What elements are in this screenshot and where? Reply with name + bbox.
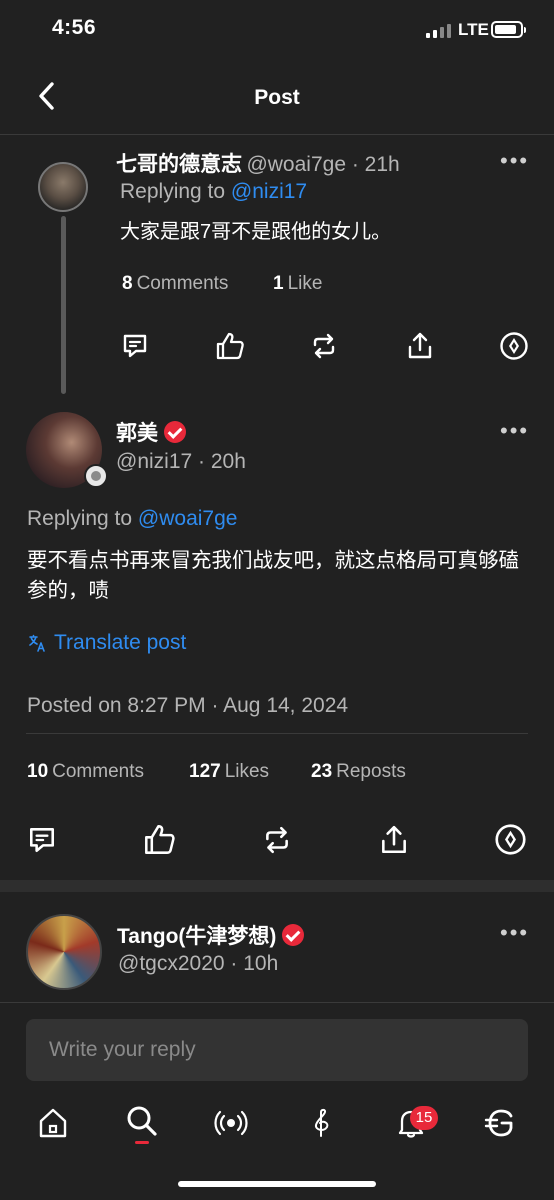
- author-row: Tango(牛津梦想): [117, 920, 305, 950]
- header-divider: [0, 134, 554, 135]
- comments-stat[interactable]: 8 Comments: [122, 273, 228, 295]
- post-text: 大家是跟7哥不是跟他的女儿。: [120, 221, 392, 243]
- active-tab-indicator: [135, 1141, 149, 1144]
- replying-to-link[interactable]: @nizi17: [231, 180, 307, 203]
- author-name[interactable]: 七哥的德意志: [116, 153, 242, 176]
- repost-icon[interactable]: [310, 332, 338, 360]
- search-icon[interactable]: [125, 1104, 159, 1138]
- verified-badge-icon: [164, 421, 186, 443]
- reply-input[interactable]: [26, 1019, 528, 1081]
- author-row: 郭美: [116, 417, 186, 447]
- signal-icon: [426, 22, 451, 38]
- comment-icon[interactable]: [121, 332, 149, 360]
- likes-stat[interactable]: 1 Like: [273, 273, 322, 295]
- author-name[interactable]: Tango(牛津梦想): [117, 925, 276, 948]
- notification-badge: 15: [410, 1106, 438, 1130]
- avatar[interactable]: [26, 914, 102, 990]
- home-icon[interactable]: [36, 1106, 70, 1140]
- tip-icon[interactable]: [494, 823, 527, 856]
- like-icon[interactable]: [215, 331, 245, 361]
- thread-line: [61, 216, 66, 394]
- post-header: 七哥的德意志 @woai7ge · 21h: [116, 148, 400, 178]
- battery-icon: [491, 21, 526, 38]
- repost-icon[interactable]: [262, 825, 292, 855]
- posted-on: Posted on 8:27 PM · Aug 14, 2024: [27, 694, 349, 717]
- translate-icon: [28, 634, 46, 652]
- post-text: 要不看点书再来冒充我们战友吧，就这点格局可真够磕参的，啧: [27, 549, 519, 602]
- handle-time: @woai7ge · 21h: [246, 153, 400, 176]
- more-options-icon[interactable]: •••: [500, 148, 529, 174]
- comments-stat[interactable]: 10 Comments: [27, 761, 144, 783]
- more-options-icon[interactable]: •••: [500, 418, 529, 444]
- replying-to: Replying to @woai7ge: [27, 507, 238, 530]
- tip-icon[interactable]: [499, 331, 529, 361]
- handle-time: @nizi17 · 20h: [116, 450, 246, 473]
- status-time: 4:56: [52, 16, 97, 39]
- reply-input-container: [26, 1019, 528, 1081]
- divider: [0, 1002, 554, 1003]
- page-title: Post: [254, 86, 300, 109]
- verified-badge-icon: [282, 924, 305, 946]
- avatar[interactable]: [38, 162, 88, 212]
- home-indicator: [178, 1181, 376, 1187]
- handle-time: @tgcx2020 · 10h: [118, 952, 279, 975]
- divider: [26, 733, 528, 734]
- share-icon[interactable]: [406, 331, 434, 361]
- reposts-stat[interactable]: 23 Reposts: [311, 761, 406, 783]
- author-name[interactable]: 郭美: [116, 422, 158, 445]
- share-icon[interactable]: [379, 824, 409, 856]
- more-options-icon[interactable]: •••: [500, 920, 529, 946]
- likes-stat[interactable]: 127 Likes: [189, 761, 269, 783]
- replying-to-link[interactable]: @woai7ge: [138, 507, 238, 530]
- like-icon[interactable]: [143, 823, 176, 856]
- live-broadcast-icon[interactable]: [214, 1106, 248, 1140]
- comment-icon[interactable]: [27, 825, 57, 855]
- network-label: LTE: [458, 20, 489, 39]
- translate-post-button[interactable]: Translate post: [28, 631, 186, 655]
- replying-to: Replying to @nizi17: [120, 180, 308, 203]
- member-badge-icon: [84, 464, 108, 488]
- music-note-icon[interactable]: [304, 1106, 338, 1140]
- currency-g-icon[interactable]: [484, 1106, 518, 1140]
- section-separator: [0, 880, 554, 892]
